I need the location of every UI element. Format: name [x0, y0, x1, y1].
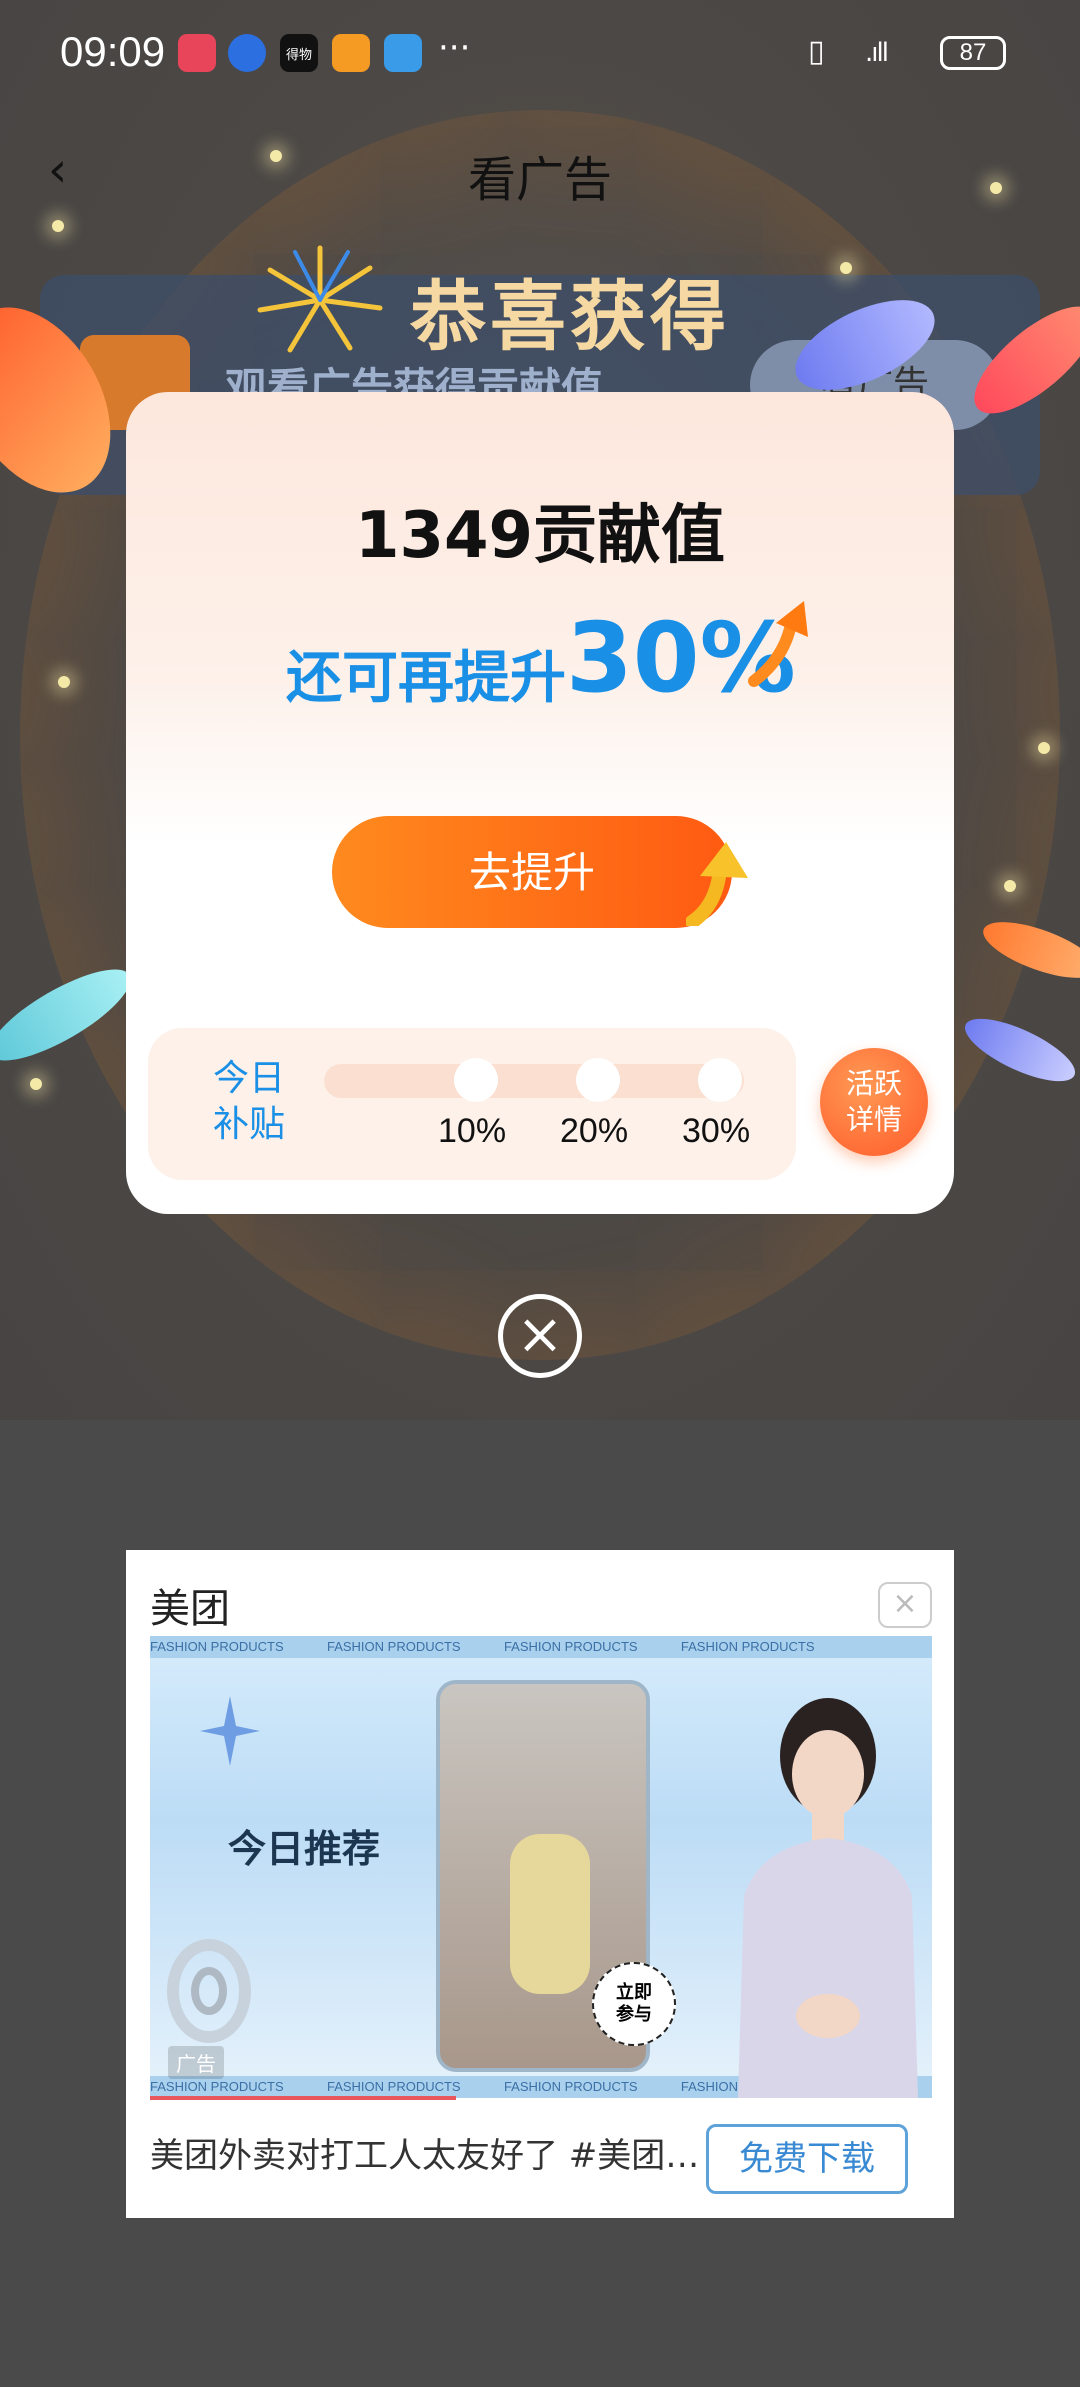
go-boost-button[interactable]: 去提升: [332, 816, 732, 928]
subsidy-progress-track: [324, 1064, 744, 1098]
sparkle: [1004, 880, 1016, 892]
ad-video-progress: [150, 2096, 456, 2100]
battery-icon: 87: [940, 36, 1006, 70]
sparkle: [270, 150, 282, 162]
congrats-heading: 恭喜获得: [410, 272, 730, 361]
free-download-button[interactable]: 免费下载: [706, 2124, 908, 2194]
app-icon-2: [228, 34, 266, 72]
presenter-illustration: [738, 1698, 918, 2098]
boost-arrow-icon: [686, 842, 748, 926]
join-now-label: 立即参与: [616, 1982, 652, 2025]
app-header: ‹ 看广告: [0, 128, 1080, 208]
ad-close-icon[interactable]: ×: [878, 1582, 932, 1628]
rising-arrow-icon: [748, 601, 808, 687]
firework-icon: [257, 245, 383, 353]
sparkle: [58, 676, 70, 688]
strip-text: FASHION PRODUCTS: [503, 2079, 638, 2094]
activity-details-label: 活跃详情: [845, 1067, 902, 1136]
ad-image[interactable]: FASHION PRODUCTS FASHION PRODUCTS FASHIO…: [150, 1636, 932, 2098]
ad-headline: 今日推荐: [228, 1827, 381, 1871]
ad-top-strip: FASHION PRODUCTS FASHION PRODUCTS FASHIO…: [150, 1636, 932, 1658]
app-icon-5: [384, 34, 422, 72]
sparkle: [840, 262, 852, 274]
step-label: 10%: [438, 1112, 507, 1150]
star-sparkle-icon: [200, 1696, 260, 1766]
phone-person-illustration: [510, 1834, 590, 1994]
progress-node: [698, 1058, 742, 1102]
app-icon-3: 得物: [280, 34, 318, 72]
app-icon-4: [332, 34, 370, 72]
boost-text: 还可再提升30%: [286, 602, 796, 714]
boost-label: 还可再提升: [286, 646, 566, 711]
sparkle: [1038, 742, 1050, 754]
ad-card: 美团 × FASHION PRODUCTS FASHION PRODUCTS F…: [126, 1550, 954, 2218]
sparkle: [990, 182, 1002, 194]
strip-text: FASHION PRODUCTS: [326, 1639, 461, 1654]
app-icon-1: [178, 34, 216, 72]
status-time: 09:09: [60, 28, 166, 75]
page-title: 看广告: [467, 152, 612, 208]
activity-details-button[interactable]: 活跃详情: [820, 1048, 928, 1156]
sparkle: [52, 220, 64, 232]
progress-node: [576, 1058, 620, 1102]
status-bar: 09:09 得物 ··· ▯ .ıll 87: [0, 0, 1080, 105]
vibrate-icon: ▯: [808, 34, 825, 69]
ad-description: 美团外卖对打工人太友好了 #美团外卖: [150, 2136, 710, 2176]
strip-text: FASHION PRODUCTS: [150, 1639, 284, 1654]
close-popup-icon[interactable]: ×: [498, 1294, 582, 1378]
strip-text: FASHION PRODUCTS: [326, 2079, 461, 2094]
progress-node: [454, 1058, 498, 1102]
signal-icon: .ıll: [865, 38, 889, 68]
strip-text: FASHION PRODUCTS: [150, 2079, 284, 2094]
subsidy-label: 今日补贴: [212, 1058, 285, 1145]
sparkle: [30, 1078, 42, 1090]
strip-text: FASHION PRODUCTS: [680, 1639, 815, 1654]
daily-subsidy-panel: 今日补贴 10% 20% 30%: [148, 1028, 796, 1180]
reward-amount: 1349贡献值: [354, 499, 726, 573]
ad-tag: 广告: [168, 2046, 224, 2079]
meituan-logo-3d-icon: [167, 1939, 251, 2043]
step-label: 20%: [560, 1112, 629, 1150]
strip-text: FASHION PRODUCTS: [503, 1639, 638, 1654]
join-now-badge[interactable]: 立即参与: [592, 1962, 676, 2046]
step-label: 30%: [682, 1112, 751, 1150]
more-notifications-icon: ···: [438, 28, 471, 68]
ad-brand: 美团: [150, 1586, 230, 1632]
reward-popup: 1349贡献值 还可再提升30% 去提升 今日补贴 10% 20% 30% 活跃…: [126, 392, 954, 1214]
